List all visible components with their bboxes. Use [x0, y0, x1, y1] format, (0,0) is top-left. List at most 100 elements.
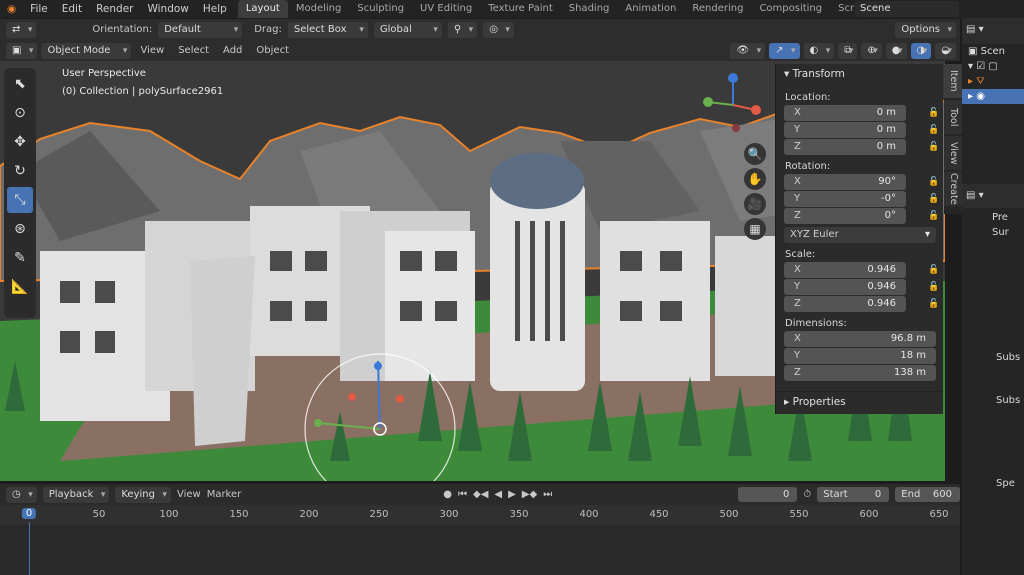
- tab-item[interactable]: Item: [944, 64, 962, 98]
- orientation-dropdown[interactable]: Default: [158, 21, 243, 38]
- move-tool-icon[interactable]: ✥: [7, 129, 33, 155]
- menu-add[interactable]: Add: [218, 45, 247, 56]
- gizmo-toggle-icon[interactable]: ↗: [769, 42, 800, 59]
- transform-pivot-dropdown[interactable]: ⇄: [6, 21, 37, 38]
- cursor-tool-icon[interactable]: ⊙: [7, 100, 33, 126]
- prev-keyframe-icon[interactable]: ◆◀: [473, 489, 488, 500]
- lock-icon[interactable]: 🔓: [928, 105, 939, 121]
- mode-dropdown[interactable]: Object Mode: [41, 42, 132, 59]
- shading-solid-icon[interactable]: ●: [885, 42, 907, 59]
- editor-type-icon[interactable]: ▣: [6, 42, 38, 59]
- snap-icon[interactable]: ⚲: [447, 21, 478, 38]
- current-frame-field[interactable]: 0: [738, 487, 798, 502]
- rotation-z-field[interactable]: Z 0° 🔓: [784, 208, 939, 224]
- outliner-row[interactable]: ▸ ⛛: [962, 74, 1024, 89]
- properties-panel-pre[interactable]: Pre: [962, 208, 1024, 225]
- lock-icon[interactable]: 🔓: [928, 296, 939, 312]
- blender-logo-icon[interactable]: ◉: [0, 3, 23, 15]
- playback-menu[interactable]: Playback: [42, 486, 110, 503]
- play-reverse-icon[interactable]: ◀: [494, 489, 502, 500]
- select-tool-icon[interactable]: ⬉: [7, 71, 33, 97]
- rotation-x-field[interactable]: X 90° 🔓: [784, 174, 939, 190]
- frame-ruler[interactable]: 0 50 100 150 200 250 300 350 400 450 500…: [0, 505, 960, 525]
- lock-icon[interactable]: 🔓: [928, 122, 939, 138]
- menu-window[interactable]: Window: [140, 3, 195, 15]
- dimensions-y-field[interactable]: Y 18 m: [784, 348, 936, 364]
- shading-material-icon[interactable]: ◑: [910, 42, 932, 59]
- properties-panel-sur[interactable]: Sur: [962, 225, 1024, 240]
- options-dropdown[interactable]: Options: [895, 21, 956, 38]
- visibility-icon[interactable]: 👁: [730, 42, 766, 59]
- annotate-tool-icon[interactable]: ✎: [7, 245, 33, 271]
- tab-animation[interactable]: Animation: [617, 0, 684, 18]
- shading-rendered-icon[interactable]: ◒: [935, 42, 956, 59]
- outliner-row-selected[interactable]: ▸ ◉: [962, 89, 1024, 104]
- shading-wireframe-icon[interactable]: ⊕: [861, 42, 882, 59]
- marker-menu[interactable]: Marker: [207, 489, 242, 500]
- editor-type-clock-icon[interactable]: ◷: [6, 486, 37, 503]
- record-icon[interactable]: ●: [443, 489, 452, 500]
- menu-render[interactable]: Render: [89, 3, 140, 15]
- lock-icon[interactable]: 🔓: [928, 208, 939, 224]
- pan-hand-icon[interactable]: ✋: [744, 168, 766, 190]
- lock-icon[interactable]: 🔓: [928, 139, 939, 155]
- play-icon[interactable]: ▶: [508, 489, 516, 500]
- measure-tool-icon[interactable]: 📐: [7, 274, 33, 300]
- dimensions-x-field[interactable]: X 96.8 m: [784, 331, 936, 347]
- outliner-row[interactable]: ▾ ☑ ▢: [962, 59, 1024, 74]
- tab-sculpting[interactable]: Sculpting: [349, 0, 412, 18]
- axis-gizmo-icon[interactable]: [698, 70, 768, 140]
- transform-orientation-dropdown[interactable]: Global: [373, 21, 442, 38]
- tab-compositing[interactable]: Compositing: [751, 0, 830, 18]
- xray-icon[interactable]: ⧉: [838, 42, 858, 59]
- jump-start-icon[interactable]: ⏮: [458, 489, 467, 500]
- playhead[interactable]: [29, 522, 30, 575]
- menu-select[interactable]: Select: [173, 45, 214, 56]
- menu-file[interactable]: File: [23, 3, 55, 15]
- menu-help[interactable]: Help: [196, 3, 234, 15]
- outliner-scene[interactable]: ▣ Scen: [962, 44, 1024, 59]
- menu-object[interactable]: Object: [251, 45, 294, 56]
- proportional-edit-icon[interactable]: ◎: [483, 21, 514, 38]
- next-keyframe-icon[interactable]: ▶◆: [522, 489, 537, 500]
- menu-view[interactable]: View: [135, 45, 169, 56]
- overlays-icon[interactable]: ◐: [803, 42, 835, 59]
- rotation-y-field[interactable]: Y -0° 🔓: [784, 191, 939, 207]
- transform-header[interactable]: ▾ Transform: [776, 64, 943, 84]
- tab-layout[interactable]: Layout: [237, 0, 288, 18]
- camera-view-icon[interactable]: 🎥: [744, 193, 766, 215]
- rotate-tool-icon[interactable]: ↻: [7, 158, 33, 184]
- perspective-toggle-icon[interactable]: ▦: [744, 218, 766, 240]
- properties-header[interactable]: ▸ Properties: [776, 391, 943, 412]
- keying-menu[interactable]: Keying: [115, 486, 171, 503]
- scale-y-field[interactable]: Y 0.946 🔓: [784, 279, 939, 295]
- drag-dropdown[interactable]: Select Box: [287, 21, 368, 38]
- lock-icon[interactable]: 🔓: [928, 191, 939, 207]
- tab-texture-paint[interactable]: Texture Paint: [480, 0, 561, 18]
- dimensions-z-field[interactable]: Z 138 m: [784, 365, 936, 381]
- start-frame-field[interactable]: Start 0: [817, 487, 890, 502]
- tab-modeling[interactable]: Modeling: [288, 0, 350, 18]
- scale-tool-icon[interactable]: ⤡: [7, 187, 33, 213]
- jump-end-icon[interactable]: ⏭: [543, 489, 552, 500]
- navigation-gizmo[interactable]: [698, 70, 768, 140]
- location-z-field[interactable]: Z 0 m 🔓: [784, 139, 939, 155]
- location-x-field[interactable]: X 0 m 🔓: [784, 105, 939, 121]
- timeline-view-menu[interactable]: View: [177, 489, 201, 500]
- scale-z-field[interactable]: Z 0.946 🔓: [784, 296, 939, 312]
- tab-view[interactable]: View: [944, 136, 962, 170]
- zoom-icon[interactable]: 🔍: [744, 143, 766, 165]
- lock-icon[interactable]: 🔓: [928, 174, 939, 190]
- tab-create[interactable]: Create: [944, 172, 962, 206]
- tab-shading[interactable]: Shading: [561, 0, 618, 18]
- menu-edit[interactable]: Edit: [55, 3, 89, 15]
- scale-x-field[interactable]: X 0.946 🔓: [784, 262, 939, 278]
- stopwatch-icon[interactable]: ⏱: [803, 489, 811, 500]
- scene-selector[interactable]: Scene: [855, 1, 959, 17]
- tab-tool[interactable]: Tool: [944, 100, 962, 134]
- lock-icon[interactable]: 🔓: [928, 279, 939, 295]
- tab-uv-editing[interactable]: UV Editing: [412, 0, 480, 18]
- rotation-mode-dropdown[interactable]: XYZ Euler ▾: [784, 227, 936, 243]
- transform-tool-icon[interactable]: ⊛: [7, 216, 33, 242]
- location-y-field[interactable]: Y 0 m 🔓: [784, 122, 939, 138]
